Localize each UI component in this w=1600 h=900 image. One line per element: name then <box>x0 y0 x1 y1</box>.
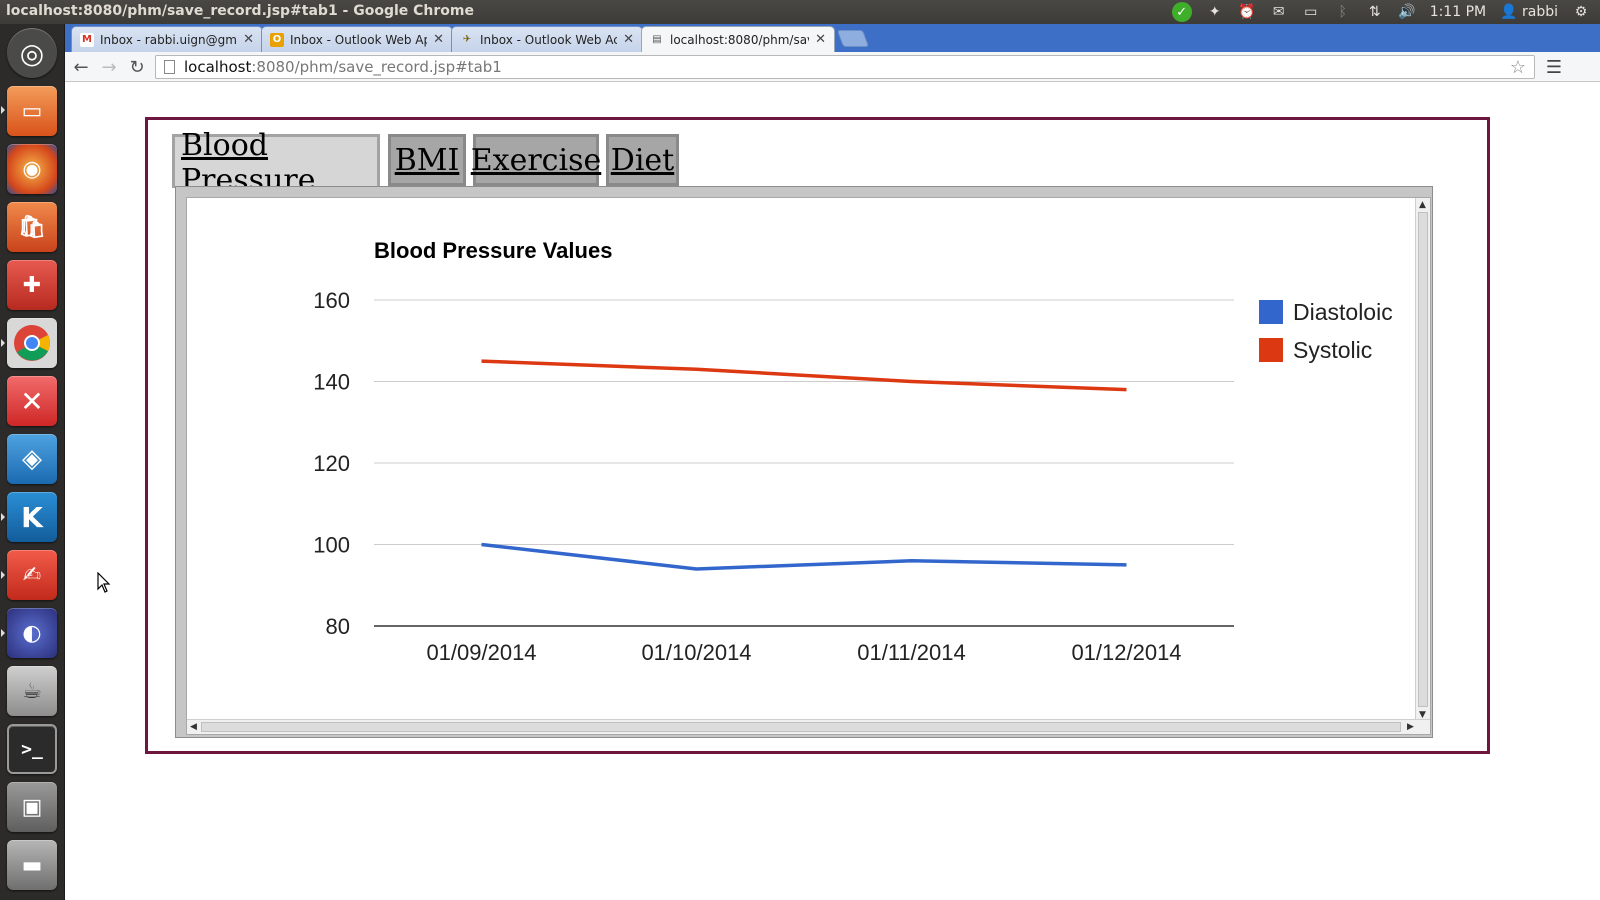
kde-connect-icon[interactable]: K <box>7 492 57 542</box>
workspace-switcher-icon[interactable]: ▣ <box>7 782 57 832</box>
blood-pressure-chart: Blood Pressure Values 80 100 120 140 160 01/09… <box>313 238 1393 665</box>
alarm-clock-icon[interactable]: ⏰ <box>1238 2 1256 22</box>
top-panel: localhost:8080/phm/save_record.jsp#tab1 … <box>0 0 1600 24</box>
url-host: localhost <box>184 58 252 76</box>
clock-text[interactable]: 1:11 PM <box>1430 2 1486 22</box>
user-name: rabbi <box>1522 4 1558 20</box>
gmail-icon: M <box>80 32 94 47</box>
legend-label: Systolic <box>1293 337 1372 363</box>
scroll-left-arrow-icon[interactable]: ◀ <box>187 720 200 733</box>
dropbox-icon[interactable]: ◈ <box>7 434 57 484</box>
y-tick-label: 160 <box>313 288 350 313</box>
indicator-area: ✓ ✦ ⏰ ✉ ▭ ᛒ ⇅ 🔊 1:11 PM 👤 rabbi ⚙ <box>1171 0 1590 24</box>
files-icon[interactable]: ▭ <box>7 86 57 136</box>
legend-swatch <box>1259 300 1283 324</box>
mail-icon[interactable]: ✉ <box>1270 2 1288 22</box>
browser-tab-strip: M Inbox - rabbi.uign@gmail.c ✕ O Inbox -… <box>65 24 1600 52</box>
y-tick-label: 80 <box>326 614 350 639</box>
browser-tab[interactable]: M Inbox - rabbi.uign@gmail.c ✕ <box>71 26 263 52</box>
browser-tab[interactable]: O Inbox - Outlook Web App, ✕ <box>261 26 453 52</box>
network-icon[interactable]: ⇅ <box>1366 2 1384 22</box>
unity-launcher: ◎ ▭ ◉ 🛍 ✚ ✕ ◈ K ✍ ◐ ☕ >_ ▣ ▬ <box>0 24 65 900</box>
eclipse-icon[interactable]: ◐ <box>7 608 57 658</box>
x-tick-label: 01/10/2014 <box>641 640 751 665</box>
scroll-right-arrow-icon[interactable]: ▶ <box>1404 720 1417 733</box>
browser-tab-title: Inbox - Outlook Web Acce <box>480 32 617 47</box>
browser-tab[interactable]: ✈ Inbox - Outlook Web Acce ✕ <box>451 26 643 52</box>
page-icon: ▤ <box>652 34 662 45</box>
legend-swatch <box>1259 338 1283 362</box>
y-tick-label: 100 <box>313 533 350 558</box>
back-arrow-icon: ← <box>73 56 89 78</box>
sync-check-icon[interactable]: ✓ <box>1171 2 1192 22</box>
new-tab-button[interactable] <box>836 30 870 47</box>
tab-exercise[interactable]: Exercise <box>471 134 601 186</box>
record-frame: Blood Pressure BMI Exercise Diet Blood P… <box>145 117 1490 754</box>
browser-tab-title: localhost:8080/phm/save_ <box>670 32 809 47</box>
firefox-icon[interactable]: ◉ <box>7 144 57 194</box>
owa-icon: ✈ <box>462 34 472 45</box>
outlook-icon: O <box>270 32 284 47</box>
browser-toolbar: ← → ↻ localhost:8080/phm/save_record.jsp… <box>65 52 1600 82</box>
user-icon: 👤 <box>1500 4 1518 20</box>
x-tick-label: 01/11/2014 <box>857 640 965 665</box>
user-menu[interactable]: 👤 rabbi <box>1500 2 1558 22</box>
dropbox-indicator-icon[interactable]: ✦ <box>1206 2 1224 22</box>
reload-icon: ↻ <box>129 56 145 78</box>
terminal-icon[interactable]: >_ <box>7 724 57 774</box>
browser-tab-active[interactable]: ▤ localhost:8080/phm/save_ ✕ <box>641 26 835 52</box>
forward-arrow-icon: → <box>101 56 117 78</box>
volume-icon[interactable]: 🔊 <box>1398 2 1416 22</box>
system-settings-icon[interactable]: ✚ <box>7 260 57 310</box>
chart-container: Blood Pressure Values 80 100 120 140 160 01/09… <box>186 197 1431 735</box>
url-rest: :8080/phm/save_record.jsp#tab1 <box>251 58 502 76</box>
horizontal-scroll-thumb[interactable] <box>201 722 1401 732</box>
vertical-scrollbar[interactable]: ▲ ▼ <box>1415 198 1430 734</box>
battery-icon[interactable]: ▭ <box>1302 2 1320 22</box>
browser-tab-title: Inbox - Outlook Web App, <box>290 32 427 47</box>
chrome-menu-icon[interactable]: ☰ <box>1543 56 1565 78</box>
crossover-icon[interactable]: ✕ <box>7 376 57 426</box>
tab-diet[interactable]: Diet <box>606 134 679 186</box>
x-tick-label: 01/12/2014 <box>1071 640 1181 665</box>
browser-tab-title: Inbox - rabbi.uign@gmail.c <box>100 32 237 47</box>
horizontal-scrollbar[interactable]: ◀ ▶ <box>187 719 1430 734</box>
bluetooth-icon[interactable]: ᛒ <box>1334 2 1352 22</box>
software-center-icon[interactable]: 🛍 <box>7 202 57 252</box>
close-tab-icon[interactable]: ✕ <box>623 32 634 47</box>
tab-panel: Blood Pressure Values 80 100 120 140 160 01/09… <box>175 186 1433 738</box>
y-tick-label: 120 <box>313 451 350 476</box>
document-viewer-icon[interactable]: ✍ <box>7 550 57 600</box>
java-app-icon[interactable]: ☕ <box>7 666 57 716</box>
page-icon <box>164 60 175 74</box>
y-tick-label: 140 <box>313 370 350 395</box>
close-tab-icon[interactable]: ✕ <box>243 32 254 47</box>
window-title: localhost:8080/phm/save_record.jsp#tab1 … <box>6 3 475 19</box>
series-line-diastoloic <box>481 542 1127 571</box>
tab-bmi[interactable]: BMI <box>388 134 466 186</box>
trash-icon[interactable]: ▬ <box>7 840 57 890</box>
scroll-up-arrow-icon[interactable]: ▲ <box>1416 198 1429 211</box>
back-button[interactable]: ← <box>69 56 93 78</box>
session-gear-icon[interactable]: ⚙ <box>1572 2 1590 22</box>
legend-label: Diastoloic <box>1293 299 1393 325</box>
mouse-cursor-icon <box>97 572 111 593</box>
address-bar[interactable]: localhost:8080/phm/save_record.jsp#tab1 … <box>155 55 1535 79</box>
page-viewport: Blood Pressure BMI Exercise Diet Blood P… <box>65 83 1600 900</box>
bookmark-star-icon[interactable]: ☆ <box>1510 57 1526 78</box>
chrome-icon[interactable] <box>7 318 57 368</box>
chart-title: Blood Pressure Values <box>374 238 612 263</box>
x-tick-label: 01/09/2014 <box>426 640 536 665</box>
vertical-scroll-thumb[interactable] <box>1418 212 1428 707</box>
close-tab-icon[interactable]: ✕ <box>815 32 826 47</box>
dash-home-icon[interactable]: ◎ <box>7 28 57 78</box>
close-tab-icon[interactable]: ✕ <box>433 32 444 47</box>
series-line-systolic <box>481 359 1127 392</box>
tab-blood-pressure[interactable]: Blood Pressure <box>172 128 380 198</box>
reload-button[interactable]: ↻ <box>125 56 149 78</box>
forward-button[interactable]: → <box>97 56 121 78</box>
